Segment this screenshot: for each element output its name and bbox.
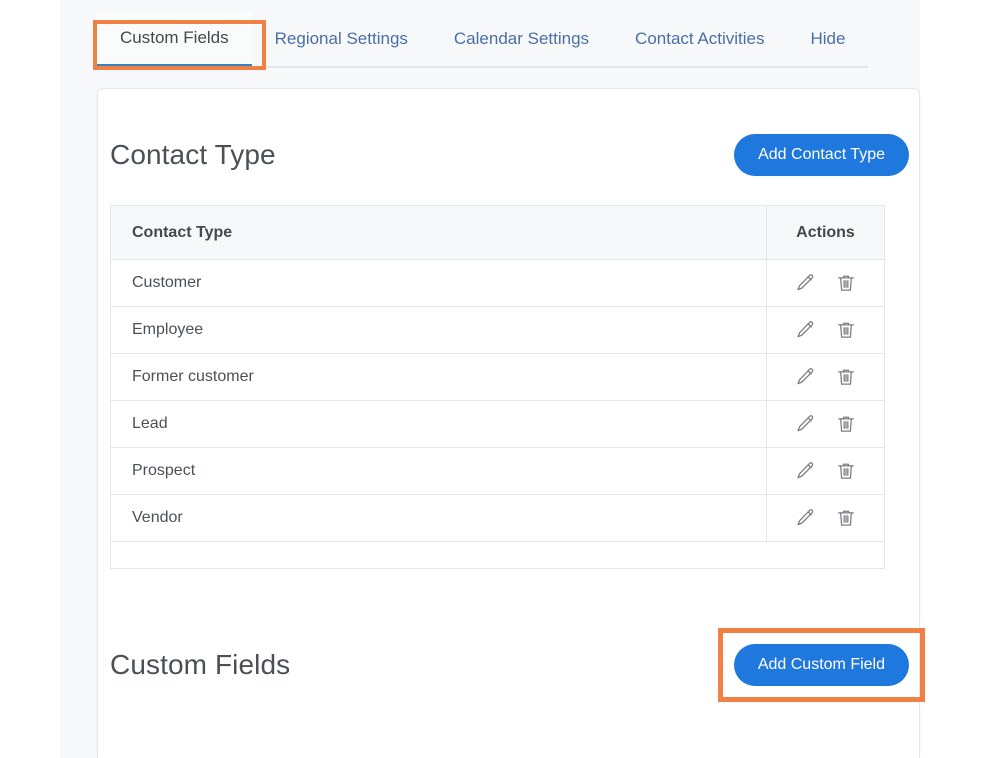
table-row: Vendor [110, 494, 885, 542]
tab-label: Regional Settings [274, 29, 408, 48]
tab-label: Contact Activities [635, 29, 765, 48]
settings-tab-bar: Custom Fields Regional Settings Calendar… [60, 0, 920, 80]
cell-contact-type-name: Vendor [110, 494, 767, 542]
pencil-icon[interactable] [792, 317, 818, 343]
settings-content-card: Contact Type Add Contact Type Contact Ty… [97, 88, 925, 758]
trash-icon[interactable] [833, 317, 859, 343]
tab-label: Calendar Settings [453, 29, 590, 48]
cell-contact-type-name: Prospect [110, 447, 767, 495]
custom-fields-title: Custom Fields [110, 649, 291, 680]
add-custom-field-wrapper: Add Custom Field [717, 628, 925, 702]
cell-actions [766, 353, 885, 401]
custom-fields-section-header: Custom Fields Add Custom Field [110, 628, 925, 702]
table-head: Contact Type Actions [110, 205, 885, 260]
table-row: Employee [110, 306, 885, 354]
left-gutter [0, 0, 60, 758]
table-footer-cell [110, 541, 885, 569]
table-body: Customer Employee Former customer Lead P… [110, 259, 885, 542]
cell-actions [766, 259, 885, 307]
pencil-icon[interactable] [792, 505, 818, 531]
contact-type-title: Contact Type [110, 139, 276, 170]
table-footer-row [110, 541, 885, 569]
trash-icon[interactable] [833, 505, 859, 531]
contact-type-table: Contact Type Actions Customer Employee F… [110, 205, 885, 569]
pencil-icon[interactable] [792, 458, 818, 484]
trash-icon[interactable] [833, 458, 859, 484]
table-header-row: Contact Type Actions [110, 205, 885, 260]
table-row: Customer [110, 259, 885, 307]
contact-type-section-header: Contact Type Add Contact Type [110, 127, 909, 183]
trash-icon[interactable] [833, 411, 859, 437]
tab-label: Hide [810, 29, 846, 48]
right-gutter [920, 0, 1000, 758]
tab-regional-settings[interactable]: Regional Settings [251, 12, 431, 68]
tab-calendar-settings[interactable]: Calendar Settings [430, 12, 613, 68]
app-root: Custom Fields Regional Settings Calendar… [0, 0, 1000, 758]
cell-contact-type-name: Former customer [110, 353, 767, 401]
cell-contact-type-name: Lead [110, 400, 767, 448]
cell-actions [766, 306, 885, 354]
trash-icon[interactable] [833, 364, 859, 390]
pencil-icon[interactable] [792, 411, 818, 437]
table-row: Former customer [110, 353, 885, 401]
add-contact-type-button[interactable]: Add Contact Type [734, 134, 909, 176]
table-row: Prospect [110, 447, 885, 495]
pencil-icon[interactable] [792, 270, 818, 296]
column-header-contact-type: Contact Type [110, 205, 767, 260]
trash-icon[interactable] [833, 270, 859, 296]
cell-actions [766, 447, 885, 495]
tab-custom-fields[interactable]: Custom Fields [97, 12, 252, 68]
cell-contact-type-name: Customer [110, 259, 767, 307]
cell-actions [766, 400, 885, 448]
tab-list: Custom Fields Regional Settings Calendar… [97, 12, 869, 80]
pencil-icon[interactable] [792, 364, 818, 390]
cell-actions [766, 494, 885, 542]
tab-label: Custom Fields [120, 28, 229, 47]
tab-hide[interactable]: Hide [787, 12, 869, 68]
table-row: Lead [110, 400, 885, 448]
cell-contact-type-name: Employee [110, 306, 767, 354]
table-foot [110, 541, 885, 569]
add-custom-field-button[interactable]: Add Custom Field [733, 644, 909, 686]
tab-contact-activities[interactable]: Contact Activities [612, 12, 788, 68]
column-header-actions: Actions [766, 205, 885, 260]
add-contact-type-wrapper: Add Contact Type [734, 134, 909, 176]
